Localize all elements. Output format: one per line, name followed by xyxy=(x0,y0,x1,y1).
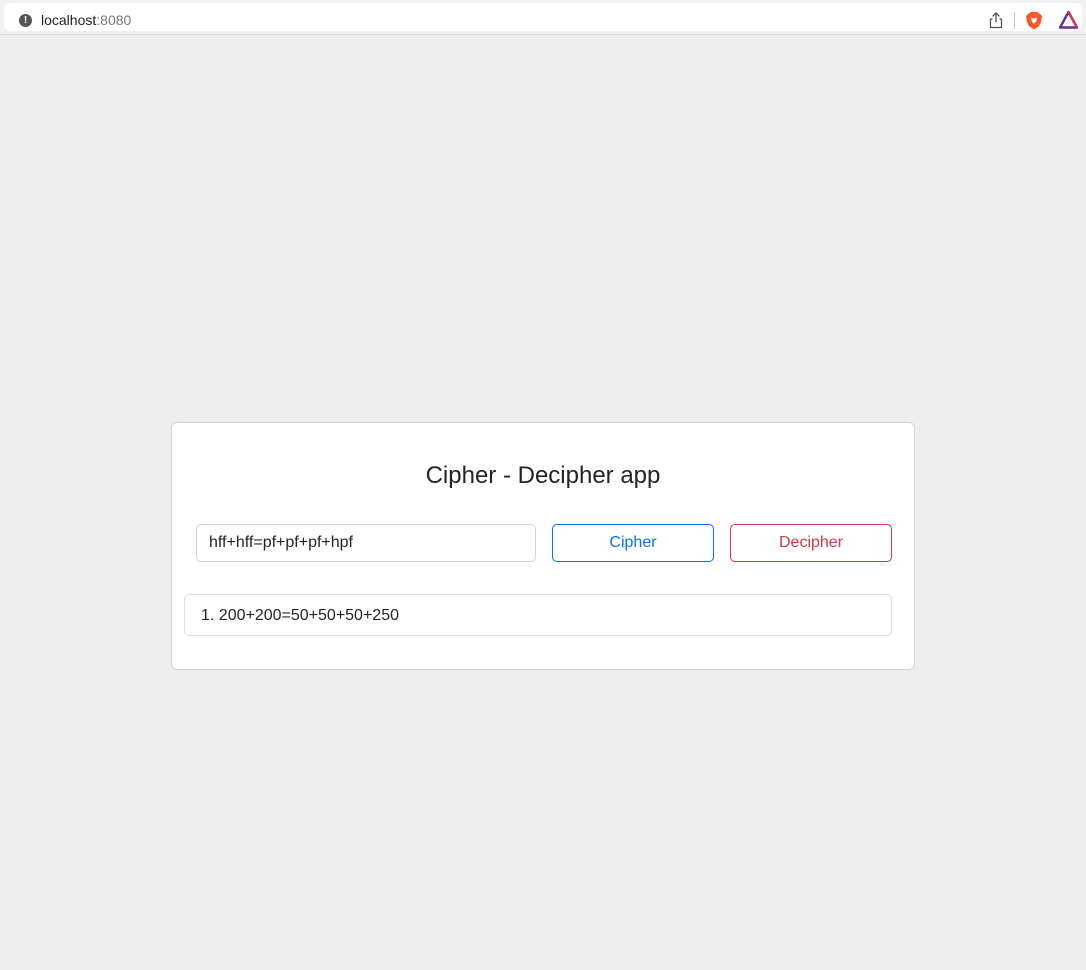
result-list: 1. 200+200=50+50+50+250 xyxy=(184,594,892,636)
url-text[interactable]: localhost:8080 xyxy=(41,12,131,29)
cipher-text-input[interactable] xyxy=(196,524,536,562)
brave-rewards-icon[interactable] xyxy=(1059,11,1078,29)
brave-shield-icon[interactable] xyxy=(1025,11,1043,30)
cipher-button[interactable]: Cipher xyxy=(552,524,714,562)
info-icon[interactable]: ! xyxy=(19,14,32,27)
result-text: 200+200=50+50+50+250 xyxy=(218,607,399,624)
decipher-button[interactable]: Decipher xyxy=(730,524,892,562)
url-port: :8080 xyxy=(96,12,132,28)
url-host: localhost xyxy=(41,12,97,28)
address-bar[interactable]: ! localhost:8080 xyxy=(4,3,1082,31)
result-item: 1. 200+200=50+50+50+250 xyxy=(201,606,399,626)
result-number: 1. xyxy=(201,607,215,624)
page-title: Cipher - Decipher app xyxy=(425,462,661,489)
browser-toolbar: ! localhost:8080 xyxy=(0,0,1086,35)
app-card: Cipher - Decipher app Cipher Decipher 1.… xyxy=(171,422,915,670)
share-icon[interactable] xyxy=(989,12,1003,29)
toolbar-divider xyxy=(1014,12,1015,29)
